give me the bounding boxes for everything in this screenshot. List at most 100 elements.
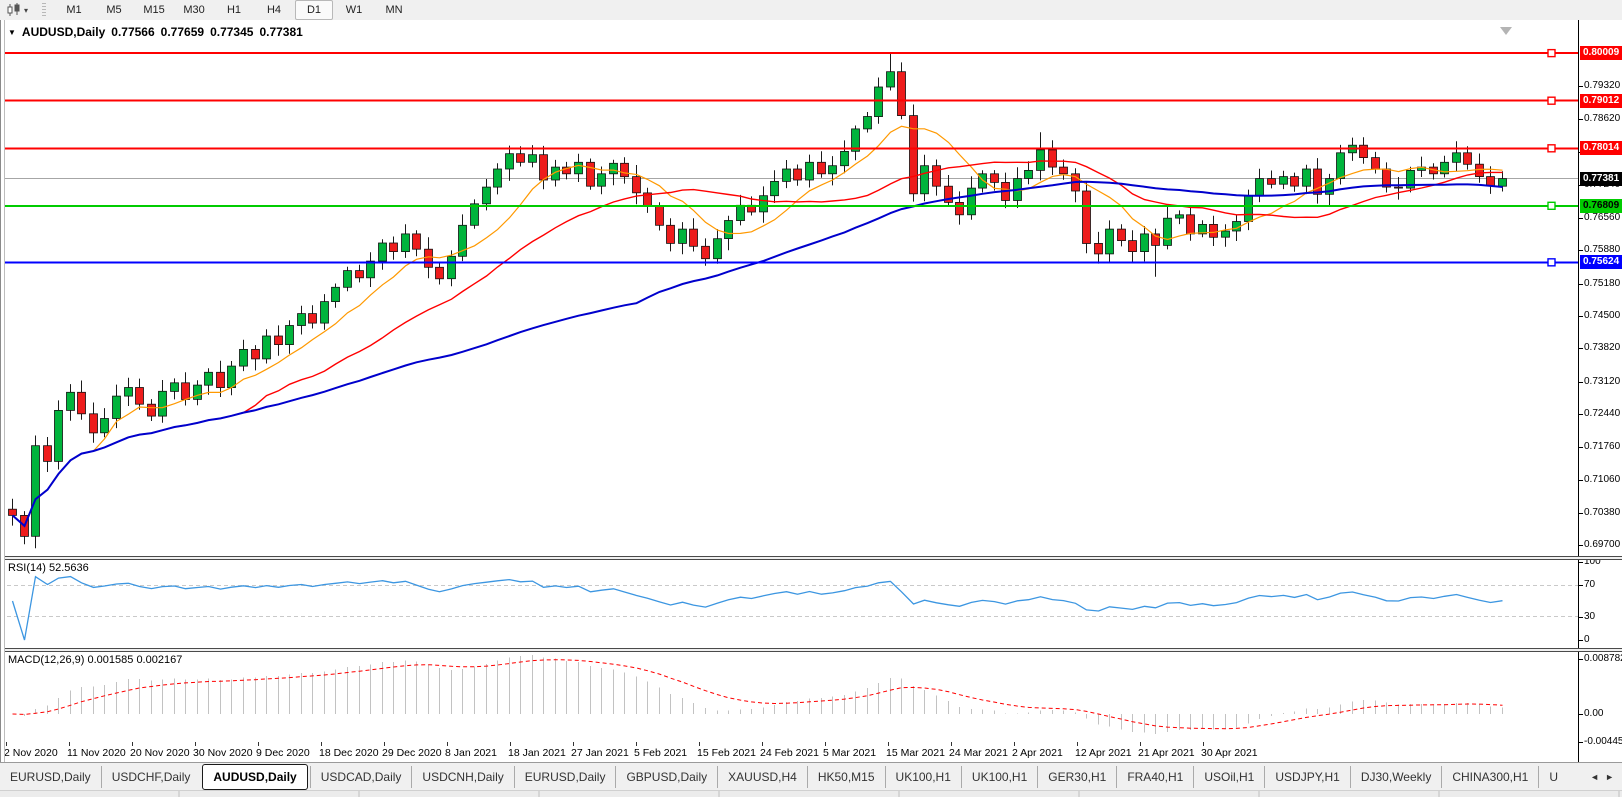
timeframe-button-m30[interactable]: M30 — [175, 0, 213, 20]
price-axis-label: 0.69700 — [1584, 539, 1621, 550]
macd-signal-value: 0.002167 — [136, 654, 183, 666]
tab-fra40-h1-12[interactable]: FRA40,H1 — [1116, 766, 1193, 788]
time-axis-tick — [1203, 742, 1204, 746]
axis-tick-dash — [1579, 86, 1583, 87]
chart-symbol: AUDUSD,Daily — [21, 25, 106, 39]
timeframe-button-h1[interactable]: H1 — [215, 0, 253, 20]
chevron-down-icon: ▾ — [24, 5, 29, 15]
tab-xauusd-h4-7[interactable]: XAUUSD,H4 — [717, 766, 807, 788]
tab-dj30-weekly-15[interactable]: DJ30,Weekly — [1349, 766, 1441, 788]
chart-shift-icon[interactable] — [1500, 27, 1512, 35]
macd-axis-label: -0.004451 — [1584, 736, 1622, 747]
tab-eurusd-daily-5[interactable]: EURUSD,Daily — [513, 766, 616, 788]
tab-usdjpy-h1-14[interactable]: USDJPY,H1 — [1264, 766, 1349, 788]
level-line-handle[interactable] — [1547, 96, 1556, 105]
macd-chart-canvas[interactable] — [0, 652, 1578, 742]
top-toolbar: ▾ M1 M5 M15 M30 H1 H4 D1 W1 MN — [0, 0, 1622, 21]
tab-gbpusd-daily-6[interactable]: GBPUSD,Daily — [615, 766, 717, 788]
macd-axis-label: 0.008782 — [1584, 653, 1622, 664]
date-label: 5 Feb 2021 — [634, 747, 688, 759]
rsi-chart-canvas[interactable] — [0, 560, 1578, 648]
time-axis-tick — [636, 742, 637, 746]
date-label: 30 Nov 2020 — [193, 747, 253, 759]
tabs-scroll-right-button[interactable]: ► — [1605, 772, 1614, 782]
time-axis-tick — [1140, 742, 1141, 746]
chart-title: ▼ AUDUSD,Daily 0.77566 0.77659 0.77345 0… — [8, 25, 303, 39]
rsi-pane: RSI(14) 52.5636 — [0, 560, 1578, 648]
timeframe-button-w1[interactable]: W1 — [335, 0, 373, 20]
price-axis-label: 0.74500 — [1584, 310, 1621, 321]
price-level-badge: 0.76809 — [1580, 199, 1622, 213]
level-line-handle[interactable] — [1547, 48, 1556, 58]
time-axis-tick — [699, 742, 700, 746]
timeframe-button-d1[interactable]: D1 — [295, 0, 334, 20]
tab-uk100-h1-9[interactable]: UK100,H1 — [884, 766, 961, 788]
axis-tick-dash — [1579, 480, 1583, 481]
date-label: 15 Feb 2021 — [697, 747, 756, 759]
price-axis-label: 0.70380 — [1584, 507, 1621, 518]
rsi-label: RSI(14) 52.5636 — [8, 562, 89, 574]
macd-histogram-layer — [24, 655, 1503, 734]
timeframe-button-mn[interactable]: MN — [375, 0, 413, 20]
symbol-dropdown-icon[interactable]: ▼ — [8, 28, 16, 37]
tab-audusd-daily-2[interactable]: AUDUSD,Daily — [202, 764, 308, 790]
price-axis-label: 0.75180 — [1584, 278, 1621, 289]
ohlc-open: 0.77566 — [111, 25, 155, 39]
rsi-value: 52.5636 — [48, 562, 89, 574]
price-axis-label: 0.71060 — [1584, 474, 1621, 485]
tab-usoil-h1-13[interactable]: USOil,H1 — [1193, 766, 1264, 788]
tab-hk50-m15-8[interactable]: HK50,M15 — [806, 766, 885, 788]
price-level-badge: 0.78014 — [1580, 141, 1622, 155]
price-level-badge: 0.80009 — [1580, 46, 1622, 60]
tab-usdcnh-daily-4[interactable]: USDCNH,Daily — [411, 766, 513, 788]
time-axis-tick — [762, 742, 763, 746]
date-label: 2 Nov 2020 — [4, 747, 58, 759]
time-axis-tick — [195, 742, 196, 746]
price-axis-label: 0.72440 — [1584, 408, 1621, 419]
time-axis-tick — [258, 742, 259, 746]
tab-usdcad-daily-3[interactable]: USDCAD,Daily — [309, 766, 412, 788]
rsi-axis-label: 0 — [1584, 634, 1590, 645]
timeframe-button-h4[interactable]: H4 — [255, 0, 293, 20]
tab-u-17[interactable]: U — [1538, 766, 1568, 788]
timeframe-button-m1[interactable]: M1 — [55, 0, 93, 20]
rsi-axis-label: 30 — [1584, 611, 1596, 622]
time-axis-tick — [951, 742, 952, 746]
time-axis-tick — [132, 742, 133, 746]
time-axis-tick — [6, 742, 7, 746]
price-axis-label: 0.79320 — [1584, 80, 1621, 91]
date-label: 20 Nov 2020 — [130, 747, 190, 759]
tab-eurusd-daily-0[interactable]: EURUSD,Daily — [0, 766, 101, 788]
tabs-scroll-left-button[interactable]: ◄ — [1590, 772, 1599, 782]
toolbar-grip[interactable] — [42, 3, 47, 17]
price-chart-canvas[interactable] — [0, 20, 1578, 556]
axis-tick-dash — [1579, 414, 1583, 415]
tab-uk100-h1-10[interactable]: UK100,H1 — [960, 766, 1037, 788]
axis-tick-dash — [1579, 284, 1583, 285]
axis-tick-dash — [1579, 585, 1583, 586]
window-left-edge — [0, 20, 5, 762]
pane-splitter[interactable] — [0, 648, 1622, 652]
candles-layer — [8, 53, 1507, 549]
axis-tick-dash — [1579, 742, 1583, 743]
date-label: 24 Mar 2021 — [949, 747, 1008, 759]
time-axis[interactable]: 2 Nov 2020 11 Nov 2020 20 Nov 2020 30 Nov 2… — [0, 742, 1578, 762]
axis-tick-dash — [1579, 545, 1583, 546]
axis-tick-dash — [1579, 119, 1583, 120]
tab-china300-h1-16[interactable]: CHINA300,H1 — [1441, 766, 1538, 788]
timeframe-button-m5[interactable]: M5 — [95, 0, 133, 20]
pane-splitter[interactable] — [0, 556, 1622, 560]
date-label: 15 Mar 2021 — [886, 747, 945, 759]
tab-usdchf-daily-1[interactable]: USDCHF,Daily — [100, 766, 201, 788]
timeframe-button-m15[interactable]: M15 — [135, 0, 173, 20]
price-level-badge: 0.75624 — [1580, 255, 1622, 269]
axis-tick-dash — [1579, 714, 1583, 715]
level-line-handle[interactable] — [1547, 201, 1556, 210]
tab-ger30-h1-11[interactable]: GER30,H1 — [1037, 766, 1116, 788]
price-level-badge: 0.79012 — [1580, 94, 1622, 108]
axis-tick-dash — [1579, 513, 1583, 514]
level-line-handle[interactable] — [1547, 144, 1556, 153]
axis-tick-dash — [1579, 562, 1583, 563]
level-line-handle[interactable] — [1547, 258, 1556, 267]
chart-type-menu-button[interactable]: ▾ — [2, 1, 32, 19]
